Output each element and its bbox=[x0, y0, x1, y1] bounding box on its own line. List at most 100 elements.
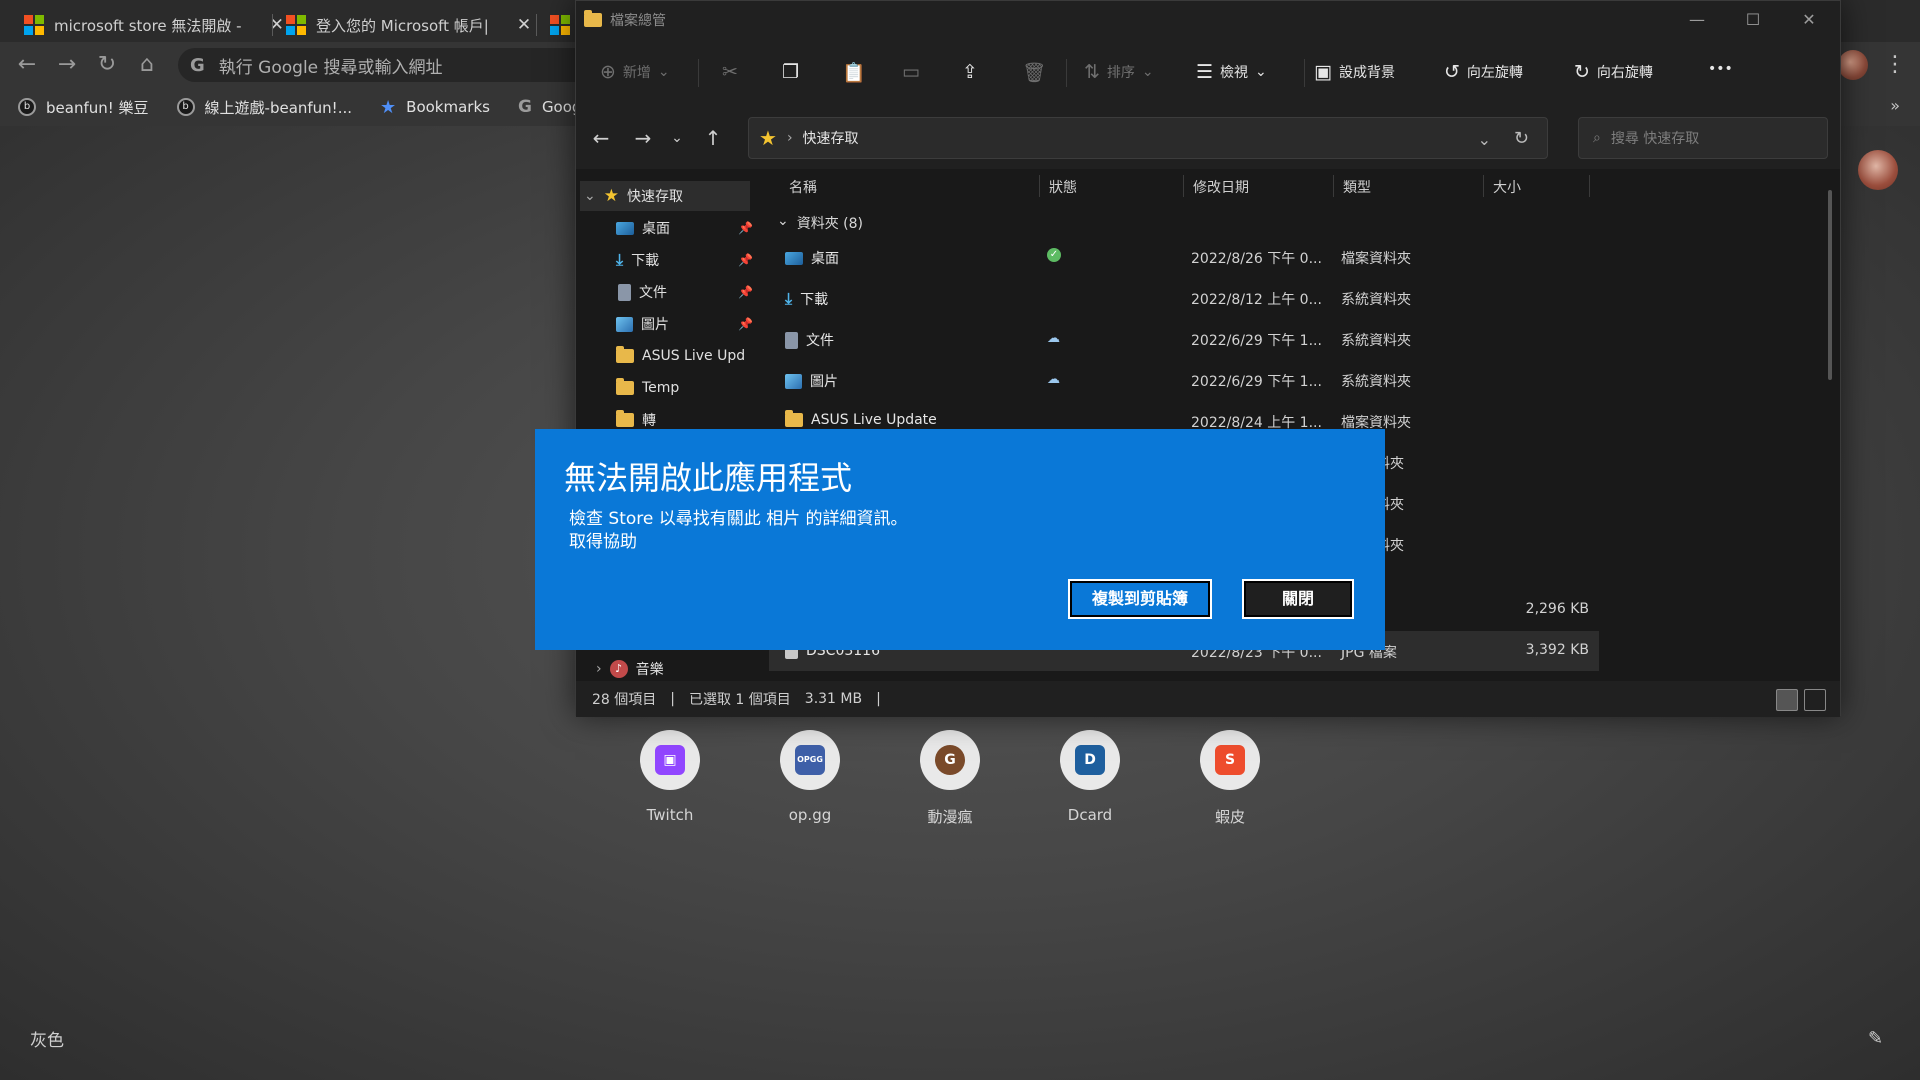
theme-name-label[interactable]: 灰色 bbox=[30, 1026, 64, 1051]
column-divider[interactable] bbox=[1183, 175, 1184, 197]
share-button[interactable]: ⇪ bbox=[962, 61, 978, 83]
delete-button[interactable]: 🗑 bbox=[1022, 61, 1046, 84]
table-row[interactable]: 桌面 ✓ 2022/8/26 下午 0... 檔案資料夾 bbox=[769, 237, 1599, 277]
bookmarks-overflow-icon[interactable]: » bbox=[1890, 96, 1900, 115]
shortcut-label: Dcard bbox=[1067, 806, 1113, 824]
star-icon: ★ bbox=[759, 126, 777, 150]
edit-pencil-icon[interactable]: ✎ bbox=[1868, 1028, 1883, 1049]
bookmark-beanfun-games[interactable]: b 線上遊戲-beanfun!... bbox=[176, 97, 352, 118]
reload-icon[interactable]: ↻ bbox=[92, 50, 122, 80]
column-divider[interactable] bbox=[1589, 175, 1590, 197]
nav-label: ASUS Live Upd bbox=[642, 348, 746, 364]
cut-button[interactable]: ✂ bbox=[722, 61, 738, 83]
table-row[interactable]: 文件 ☁ 2022/6/29 下午 1... 系統資料夾 bbox=[769, 319, 1599, 359]
divider bbox=[698, 59, 699, 87]
minimize-icon[interactable]: — bbox=[1674, 7, 1720, 33]
bookmark-folder[interactable]: ★ Bookmarks bbox=[380, 97, 490, 118]
view-button[interactable]: ☰ 檢視 ⌄ bbox=[1196, 61, 1267, 83]
page-profile-avatar[interactable] bbox=[1858, 150, 1898, 190]
forward-arrow-icon[interactable]: → bbox=[52, 50, 82, 80]
rotate-left-button[interactable]: ↺ 向左旋轉 bbox=[1444, 61, 1523, 83]
browser-tab[interactable]: microsoft store 無法開啟 - ✕ bbox=[0, 8, 296, 42]
column-divider[interactable] bbox=[1333, 175, 1334, 197]
search-input[interactable]: ⌕ 搜尋 快速存取 bbox=[1578, 117, 1828, 159]
nav-label: 快速存取 bbox=[626, 189, 683, 205]
shortcut-dcard[interactable]: D Dcard bbox=[1060, 730, 1120, 827]
column-header-modified[interactable]: 修改日期 bbox=[1193, 177, 1249, 197]
back-arrow-icon[interactable]: ← bbox=[12, 50, 42, 80]
chevron-right-icon: › bbox=[786, 130, 793, 146]
chevron-down-icon: ⌄ bbox=[777, 213, 789, 229]
home-icon[interactable]: ⌂ bbox=[132, 50, 162, 80]
status-cell: ☁ bbox=[1047, 371, 1060, 387]
column-header-name[interactable]: 名稱 bbox=[789, 177, 817, 197]
pin-icon: 📌 bbox=[738, 285, 753, 299]
recent-locations-icon[interactable]: ⌄ bbox=[662, 123, 692, 153]
pin-icon: 📌 bbox=[738, 317, 753, 331]
column-divider[interactable] bbox=[1483, 175, 1484, 197]
column-divider[interactable] bbox=[1039, 175, 1040, 197]
profile-avatar[interactable] bbox=[1838, 50, 1868, 80]
back-arrow-icon[interactable]: ← bbox=[586, 123, 616, 153]
close-button[interactable]: 關閉 bbox=[1242, 579, 1354, 619]
download-icon: ⤓ bbox=[785, 289, 793, 308]
nav-item-documents[interactable]: 文件 📌 bbox=[576, 277, 761, 307]
row-date: 2022/8/12 上午 0... bbox=[1191, 292, 1322, 308]
rotate-right-button[interactable]: ↻ 向右旋轉 bbox=[1574, 61, 1653, 83]
nav-item-temp[interactable]: Temp bbox=[576, 373, 761, 403]
tab-title: 登入您的 Microsoft 帳戶| bbox=[316, 16, 489, 35]
sort-button[interactable]: ⇅ 排序 ⌄ bbox=[1084, 61, 1154, 83]
nav-item-downloads[interactable]: ⤓ 下載 📌 bbox=[576, 245, 761, 275]
address-bar[interactable]: ★ › 快速存取 ⌄ ↻ bbox=[748, 117, 1548, 159]
bookmark-beanfun[interactable]: b beanfun! 樂豆 bbox=[18, 97, 149, 118]
paste-icon: 📋 bbox=[842, 62, 866, 84]
forward-arrow-icon[interactable]: → bbox=[628, 123, 658, 153]
nav-item-music[interactable]: › ♪ 音樂 bbox=[576, 654, 761, 684]
browser-tab[interactable]: 登入您的 Microsoft 帳戶| ✕ bbox=[262, 8, 543, 42]
folder-icon bbox=[785, 410, 803, 427]
plus-circle-icon: ⊕ bbox=[600, 61, 616, 83]
chevron-down-icon[interactable]: ⌄ bbox=[1478, 130, 1491, 149]
shortcut-twitch[interactable]: ▣ Twitch bbox=[640, 730, 700, 827]
tiles-view-icon[interactable] bbox=[1804, 689, 1826, 711]
details-view-icon[interactable] bbox=[1776, 689, 1798, 711]
new-button[interactable]: ⊕ 新增 ⌄ bbox=[600, 61, 670, 83]
tab-title: microsoft store 無法開啟 - bbox=[54, 16, 242, 35]
shortcut-gamer[interactable]: G 動漫瘋 bbox=[920, 730, 980, 827]
table-row[interactable]: ⤓ 下載 2022/8/12 上午 0... 系統資料夾 bbox=[769, 278, 1599, 318]
copy-to-clipboard-button[interactable]: 複製到剪貼簿 bbox=[1068, 579, 1212, 619]
shortcut-shopee[interactable]: S 蝦皮 bbox=[1200, 730, 1260, 827]
browser-tab[interactable] bbox=[526, 8, 582, 42]
group-header[interactable]: ⌄ 資料夾 (8) bbox=[777, 213, 863, 233]
google-icon: G bbox=[190, 54, 205, 76]
nav-item-pictures[interactable]: 圖片 📌 bbox=[576, 309, 761, 339]
column-header-type[interactable]: 類型 bbox=[1343, 177, 1371, 197]
row-type: 系統資料夾 bbox=[1341, 292, 1411, 308]
shortcut-opgg[interactable]: OPGG op.gg bbox=[780, 730, 840, 827]
view-toggle bbox=[1776, 689, 1826, 711]
paste-button[interactable]: 📋 bbox=[842, 61, 866, 84]
refresh-icon[interactable]: ↻ bbox=[1514, 128, 1529, 149]
close-window-icon[interactable]: ✕ bbox=[1786, 7, 1832, 33]
vertical-scrollbar[interactable] bbox=[1828, 190, 1832, 380]
row-name: 下載 bbox=[800, 292, 829, 308]
maximize-icon[interactable]: ☐ bbox=[1730, 7, 1776, 33]
column-header-status[interactable]: 狀態 bbox=[1049, 177, 1077, 197]
copy-button[interactable]: ❐ bbox=[782, 61, 799, 83]
up-arrow-icon[interactable]: ↑ bbox=[698, 123, 728, 153]
rename-button[interactable]: ▭ bbox=[902, 61, 920, 83]
nav-item-asus[interactable]: ASUS Live Upd bbox=[576, 341, 761, 371]
column-header-size[interactable]: 大小 bbox=[1493, 177, 1521, 197]
folder-icon bbox=[616, 346, 634, 363]
nav-quick-access[interactable]: ⌄ ★ 快速存取 bbox=[580, 181, 750, 211]
shortcut-circle: D bbox=[1060, 730, 1120, 790]
nav-label: 下載 bbox=[631, 253, 660, 269]
rename-icon: ▭ bbox=[902, 61, 920, 83]
share-icon: ⇪ bbox=[962, 61, 978, 83]
set-background-button[interactable]: ▣ 設成背景 bbox=[1314, 61, 1395, 83]
kebab-menu-icon[interactable]: ⋮ bbox=[1880, 50, 1910, 80]
nav-item-desktop[interactable]: 桌面 📌 bbox=[576, 213, 761, 243]
more-options-button[interactable]: ••• bbox=[1708, 61, 1733, 77]
table-row[interactable]: 圖片 ☁ 2022/6/29 下午 1... 系統資料夾 bbox=[769, 360, 1599, 400]
get-help-link[interactable]: 取得協助 bbox=[569, 527, 637, 552]
